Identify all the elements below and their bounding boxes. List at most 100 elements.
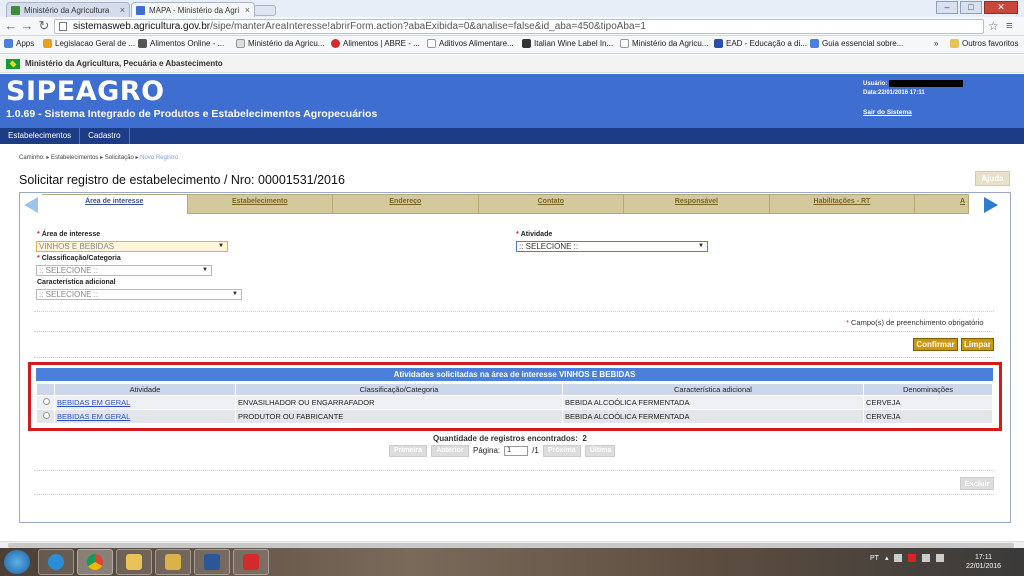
close-tab-icon[interactable]: × (120, 5, 125, 15)
taskbar-ie[interactable] (38, 549, 74, 575)
bookmark-item[interactable]: EAD - Educação a di... (714, 39, 807, 48)
classificacao-select[interactable]: :: SELECIONE :: ▼ (36, 265, 212, 276)
forward-arrow-icon[interactable]: → (19, 19, 35, 34)
clock[interactable]: 17:11 22/01/2016 (966, 553, 1001, 571)
taskbar-explorer[interactable] (116, 549, 152, 575)
volume-icon[interactable] (936, 554, 945, 562)
atividade-select[interactable]: :: SELECIONE :: ▼ (516, 241, 708, 252)
table-cell: BEBIDAS EM GERAL (54, 395, 236, 410)
next-page-button[interactable]: Próxima (542, 444, 581, 457)
bookmark-star-icon[interactable]: ☆ (988, 19, 999, 33)
taskbar-pdf[interactable] (233, 549, 269, 575)
reload-icon[interactable]: ↻ (36, 19, 52, 34)
url-input[interactable]: sistemasweb.agricultura.gov.br/sipe/mant… (54, 19, 984, 34)
tab-favicon-icon (11, 5, 20, 15)
tray-app-icon[interactable] (894, 554, 903, 562)
taskbar-chrome[interactable] (77, 549, 113, 575)
close-tab-icon[interactable]: × (245, 5, 250, 15)
bookmark-item[interactable]: Legislacao Geral de ... (43, 39, 135, 48)
select-column-header (36, 383, 55, 396)
tab-more[interactable]: A (915, 194, 970, 214)
table-header-row: Atividade Classificação/Categoria Caract… (36, 383, 993, 396)
bookmark-item[interactable]: Italian Wine Label In... (522, 39, 613, 48)
row-radio[interactable] (36, 395, 55, 410)
bookmark-item[interactable]: Alimentos | ABRE - ... (331, 39, 420, 48)
bookmarks-bar: Apps Legislacao Geral de ... Alimentos O… (0, 36, 1024, 54)
word-icon (204, 554, 220, 570)
start-button[interactable] (4, 550, 30, 574)
language-indicator[interactable]: PT (870, 555, 879, 562)
bookmark-favicon-icon (138, 39, 147, 48)
chrome-icon (87, 554, 103, 570)
taskbar-word[interactable] (194, 549, 230, 575)
tab-contato[interactable]: Contato (478, 194, 625, 214)
tab-estabelecimento[interactable]: Estabelecimento (187, 194, 334, 214)
main-navigation: Estabelecimentos Cadastro (0, 128, 1024, 144)
browser-tab-2[interactable]: MAPA - Ministério da Agri × (131, 2, 255, 17)
clear-button[interactable]: Limpar (961, 338, 994, 351)
back-arrow-icon[interactable]: ← (3, 19, 19, 34)
page-title: Solicitar registro de estabelecimento / … (19, 173, 345, 187)
classificacao-label: * Classificação/Categoria (37, 255, 121, 262)
tray-arrow-icon[interactable]: ▴ (885, 554, 889, 562)
area-interesse-select[interactable]: VINHOS E BEBIDAS ▼ (36, 241, 228, 252)
atividade-label: * Atividade (516, 231, 553, 238)
radio-button-icon[interactable] (43, 398, 50, 405)
tab-endereco[interactable]: Endereço (333, 194, 479, 214)
browser-menu-icon[interactable]: ≡ (1006, 20, 1012, 32)
table-row: BEBIDAS EM GERAL ENVASILHADOR OU ENGARRA… (36, 395, 993, 410)
bookmark-item[interactable]: Ministério da Agricu... (236, 39, 324, 48)
site-title: SIPEAGRO (6, 76, 165, 107)
caracteristica-select[interactable]: :: SELECIONE :: ▼ (36, 289, 242, 300)
bookmark-item[interactable]: Guia essencial sobre... (810, 39, 903, 48)
new-tab-button[interactable] (254, 5, 276, 16)
redacted-username (889, 80, 964, 87)
bookmark-item[interactable]: Alimentos Online - ... (138, 39, 224, 48)
delete-button[interactable]: Excluir (960, 477, 994, 490)
site-banner: SIPEAGRO 1.0.69 - Sistema Integrado de P… (0, 74, 1024, 128)
browser-tab-1[interactable]: Ministério da Agricultura × (6, 2, 130, 17)
breadcrumb: Caminho: ▸ Estabelecimentos ▸ Solicitaçã… (19, 155, 179, 161)
table-cell: PRODUTOR OU FABRICANTE (235, 409, 563, 424)
activity-link[interactable]: BEBIDAS EM GERAL (57, 398, 130, 407)
first-page-button[interactable]: Primeira (389, 444, 427, 457)
maximize-button[interactable]: □ (960, 1, 982, 14)
previous-page-button[interactable]: Anterior (431, 444, 469, 457)
divider (34, 331, 994, 332)
bookmark-item[interactable]: Ministério da Agricu... (620, 39, 708, 48)
other-bookmarks[interactable]: Outros favoritos (950, 39, 1018, 48)
internet-explorer-icon (48, 554, 64, 570)
tab-responsavel[interactable]: Responsável (624, 194, 770, 214)
network-icon[interactable] (922, 554, 931, 562)
area-interesse-label: * Área de interesse (37, 231, 101, 238)
page-label: Página: (473, 446, 501, 455)
table-cell: BEBIDAS EM GERAL (54, 409, 236, 424)
chevron-down-icon: ▼ (218, 243, 224, 249)
nav-cadastro[interactable]: Cadastro (80, 128, 130, 144)
close-window-button[interactable]: ✕ (984, 1, 1018, 14)
minimize-button[interactable]: – (936, 1, 958, 14)
bookmark-item[interactable]: Apps (4, 39, 34, 48)
logout-link[interactable]: Sair do Sistema (863, 109, 912, 116)
tray-flag-icon[interactable] (908, 554, 917, 562)
tab-habilitacoes-rt[interactable]: Habilitações - RT (769, 194, 916, 214)
page-input[interactable]: 1 (504, 445, 529, 456)
table-cell: ENVASILHADOR OU ENGARRAFADOR (235, 395, 563, 410)
table-cell: CERVEJA (863, 409, 993, 424)
horizontal-scrollbar[interactable] (0, 541, 1024, 548)
row-radio[interactable] (36, 409, 55, 424)
last-page-button[interactable]: Última (584, 444, 615, 457)
table-cell: BEBIDA ALCOÓLICA FERMENTADA (562, 395, 864, 410)
tab-area-interesse[interactable]: Área de interesse (42, 194, 188, 214)
radio-button-icon[interactable] (43, 412, 50, 419)
bookmark-item[interactable]: Aditivos Alimentare... (427, 39, 514, 48)
confirm-button[interactable]: Confirmar (913, 338, 958, 351)
next-tab-arrow-icon[interactable] (984, 197, 998, 213)
more-bookmarks-icon[interactable]: » (934, 39, 938, 48)
taskbar-app[interactable] (155, 549, 191, 575)
nav-estabelecimentos[interactable]: Estabelecimentos (0, 128, 81, 144)
activity-link[interactable]: BEBIDAS EM GERAL (57, 412, 130, 421)
previous-tab-arrow-icon[interactable] (24, 197, 38, 213)
help-button[interactable]: Ajuda (975, 171, 1010, 186)
table-cell: CERVEJA (863, 395, 993, 410)
